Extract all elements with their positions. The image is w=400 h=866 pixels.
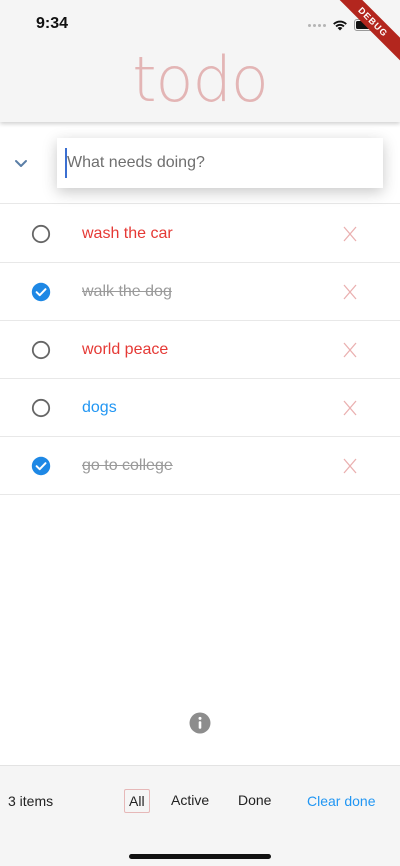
- todo-title[interactable]: go to college: [82, 456, 173, 476]
- info-icon[interactable]: [189, 712, 211, 734]
- todo-item[interactable]: world peace: [0, 321, 400, 379]
- close-icon[interactable]: [342, 399, 358, 417]
- todo-title[interactable]: dogs: [82, 398, 117, 418]
- todo-title[interactable]: world peace: [82, 340, 168, 360]
- todo-item[interactable]: dogs: [0, 379, 400, 437]
- todo-item[interactable]: walk the dog: [0, 263, 400, 321]
- todo-title[interactable]: wash the car: [82, 224, 173, 244]
- app-header: 9:34 DEBUG todo: [0, 0, 400, 122]
- new-todo-card: [57, 138, 383, 188]
- footer-bar: 3 items All Active Done Clear done: [0, 765, 400, 866]
- check-circle-icon[interactable]: [31, 282, 51, 302]
- app-title: todo: [132, 43, 269, 116]
- close-icon[interactable]: [342, 225, 358, 243]
- check-circle-icon[interactable]: [31, 456, 51, 476]
- wifi-icon: [333, 20, 347, 31]
- filter-all-button[interactable]: All: [124, 789, 150, 813]
- radio-unchecked-icon[interactable]: [31, 398, 51, 418]
- radio-unchecked-icon[interactable]: [31, 340, 51, 360]
- cellular-signal-icon: [308, 23, 326, 27]
- close-icon[interactable]: [342, 341, 358, 359]
- clear-done-button[interactable]: Clear done: [307, 793, 376, 809]
- radio-unchecked-icon[interactable]: [31, 224, 51, 244]
- todo-item[interactable]: wash the car: [0, 205, 400, 263]
- new-todo-row: [0, 122, 400, 204]
- filter-active-button[interactable]: Active: [167, 789, 213, 811]
- status-time: 9:34: [36, 15, 69, 32]
- filter-done-button[interactable]: Done: [234, 789, 275, 811]
- todo-list: wash the car walk the dog world peace do…: [0, 205, 400, 495]
- todo-title[interactable]: walk the dog: [82, 282, 172, 302]
- todo-item[interactable]: go to college: [0, 437, 400, 495]
- chevron-down-icon[interactable]: [12, 154, 30, 172]
- todo-screen: 9:34 DEBUG todo What needs doing? wash t…: [0, 0, 400, 866]
- items-left-count: 3 items: [8, 793, 54, 809]
- home-indicator: [129, 854, 271, 859]
- new-todo-input[interactable]: [65, 148, 375, 178]
- close-icon[interactable]: [342, 283, 358, 301]
- close-icon[interactable]: [342, 457, 358, 475]
